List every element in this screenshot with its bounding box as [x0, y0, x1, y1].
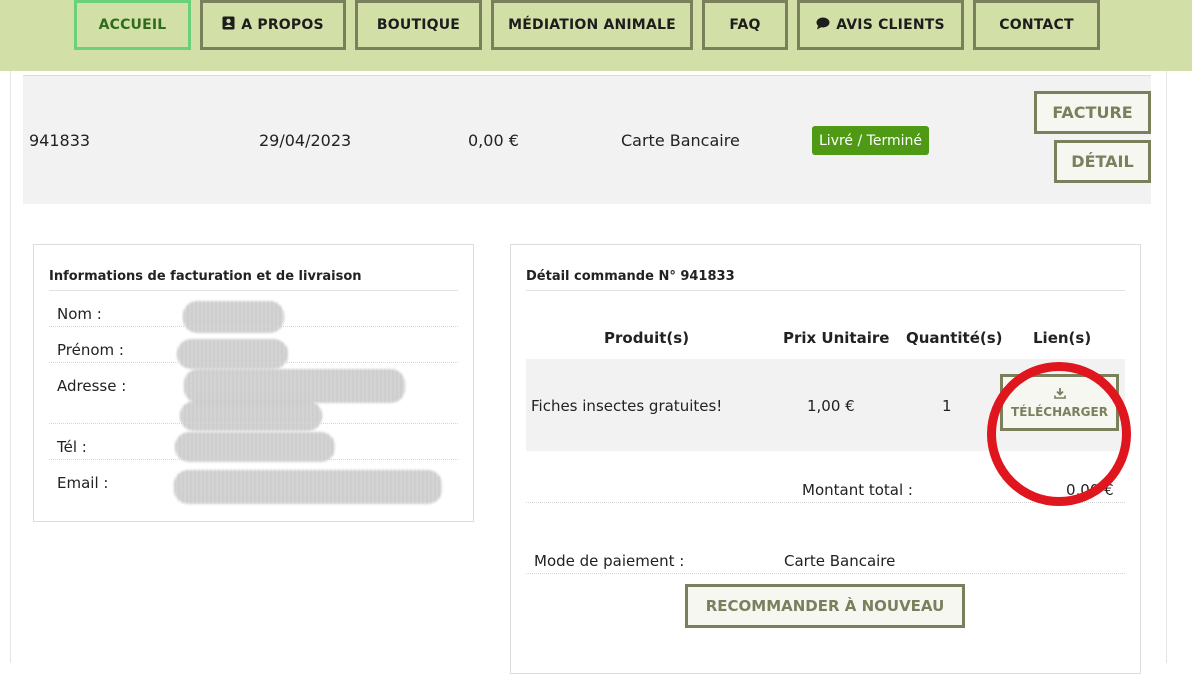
- order-detail-title: Détail commande N° 941833: [526, 269, 735, 284]
- invoice-button[interactable]: FACTURE: [1034, 91, 1151, 134]
- redacted-adresse-line1: [184, 369, 405, 403]
- detail-button-label: DÉTAIL: [1071, 152, 1134, 171]
- total-label: Montant total :: [802, 481, 913, 499]
- nav-boutique-button[interactable]: BOUTIQUE: [355, 0, 482, 50]
- billing-title-divider: [49, 290, 458, 291]
- header-quantity: Quantité(s): [906, 329, 1003, 347]
- product-name: Fiches insectes gratuites!: [531, 397, 723, 415]
- nav-mediation-label: MÉDIATION ANIMALE: [508, 17, 676, 33]
- total-divider: [526, 502, 1125, 503]
- detail-title-divider: [526, 290, 1125, 291]
- total-value: 0,00 €: [1066, 481, 1114, 499]
- header-product: Produit(s): [604, 329, 690, 347]
- nav-contact-button[interactable]: CONTACT: [973, 0, 1100, 50]
- detail-button[interactable]: DÉTAIL: [1054, 140, 1151, 183]
- nav-accueil-label: ACCUEIL: [98, 17, 167, 33]
- nav-contact-label: CONTACT: [999, 17, 1074, 33]
- invoice-button-label: FACTURE: [1052, 103, 1133, 122]
- order-summary-row: [23, 75, 1151, 204]
- nav-accueil-button[interactable]: ACCUEIL: [74, 0, 191, 50]
- payment-divider: [526, 573, 1125, 574]
- order-number: 941833: [29, 131, 91, 150]
- order-status-text: Livré / Terminé: [819, 132, 922, 149]
- billing-divider: [49, 326, 458, 327]
- payment-mode-value: Carte Bancaire: [784, 552, 896, 570]
- billing-divider: [49, 459, 458, 460]
- billing-panel-title: Informations de facturation et de livrai…: [49, 269, 362, 284]
- header-link: Lien(s): [1033, 329, 1092, 347]
- nav-avis-label: AVIS CLIENTS: [836, 17, 945, 33]
- redacted-email: [174, 470, 442, 504]
- download-button[interactable]: TÉLÉCHARGER: [1000, 374, 1119, 431]
- redacted-prenom: [177, 339, 288, 369]
- redacted-tel: [175, 432, 335, 462]
- chat-bubble-icon: [816, 17, 830, 34]
- nav-faq-label: FAQ: [729, 17, 761, 33]
- header-unit-price: Prix Unitaire: [783, 329, 890, 347]
- billing-prenom-label: Prénom :: [57, 341, 124, 359]
- product-unit-price: 1,00 €: [807, 397, 855, 415]
- nav-boutique-label: BOUTIQUE: [376, 17, 461, 33]
- product-quantity: 1: [942, 397, 952, 415]
- nav-faq-button[interactable]: FAQ: [702, 0, 788, 50]
- nav-mediation-animale-button[interactable]: MÉDIATION ANIMALE: [491, 0, 693, 50]
- order-amount: 0,00 €: [468, 131, 519, 150]
- order-date: 29/04/2023: [259, 131, 352, 150]
- billing-nom-label: Nom :: [57, 305, 102, 323]
- nav-a-propos-button[interactable]: A PROPOS: [200, 0, 346, 50]
- billing-divider: [49, 423, 458, 424]
- order-status-badge: Livré / Terminé: [812, 126, 929, 155]
- billing-adresse-label: Adresse :: [57, 377, 127, 395]
- nav-a-propos-label: A PROPOS: [241, 17, 324, 33]
- download-button-label: TÉLÉCHARGER: [1011, 404, 1108, 419]
- download-icon: [1053, 387, 1066, 402]
- redacted-nom: [183, 301, 284, 333]
- reorder-button[interactable]: RECOMMANDER À NOUVEAU: [685, 584, 965, 628]
- billing-email-label: Email :: [57, 474, 109, 492]
- billing-divider: [49, 362, 458, 363]
- top-navigation-bar: ACCUEIL A PROPOS BOUTIQUE MÉDIATION ANIM…: [0, 0, 1192, 71]
- reorder-button-label: RECOMMANDER À NOUVEAU: [705, 597, 945, 615]
- billing-tel-label: Tél :: [57, 438, 87, 456]
- redacted-adresse-line2: [180, 401, 322, 431]
- order-payment-method: Carte Bancaire: [621, 131, 740, 150]
- nav-avis-clients-button[interactable]: AVIS CLIENTS: [797, 0, 964, 50]
- contact-card-icon: [222, 16, 235, 34]
- payment-mode-label: Mode de paiement :: [534, 552, 685, 570]
